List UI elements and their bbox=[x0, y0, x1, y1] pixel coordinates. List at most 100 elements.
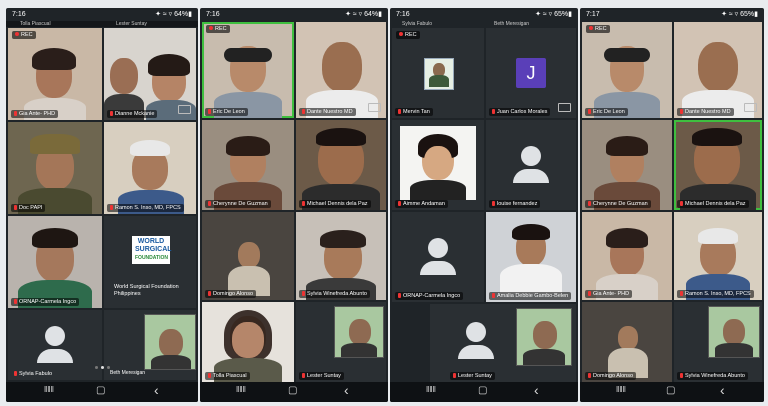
video-tile[interactable]: Domingo Alonso bbox=[202, 212, 294, 300]
camera-off-icon bbox=[178, 105, 191, 114]
participant-name: Domingo Alonso bbox=[585, 372, 637, 380]
video-tile[interactable]: Dianne Mckanie bbox=[104, 28, 196, 120]
video-tile[interactable]: Lester Suntay bbox=[296, 302, 386, 382]
mic-muted-icon bbox=[14, 299, 17, 304]
video-tile[interactable]: Lester Suntay bbox=[430, 304, 576, 382]
participant-name: Mervin Tan bbox=[395, 108, 433, 116]
camera-off-icon bbox=[744, 103, 757, 112]
mic-muted-icon bbox=[680, 109, 683, 114]
mic-muted-icon bbox=[588, 373, 591, 378]
video-tile[interactable]: Sylvia Winefreda Abunto bbox=[296, 212, 386, 300]
video-tile-active-speaker[interactable]: REC Eric De Leon bbox=[202, 22, 294, 118]
default-avatar-icon bbox=[37, 326, 73, 363]
video-tile[interactable]: Dante Nuestro MD bbox=[296, 22, 386, 118]
back-button[interactable]: ‹ bbox=[720, 382, 725, 398]
video-tile[interactable]: Doc PAPI bbox=[8, 122, 102, 214]
participant-name: ORNAP-Carmela Ingco bbox=[395, 292, 464, 300]
back-button[interactable]: ‹ bbox=[534, 382, 539, 398]
phone-screen-3: 7:16 ✦ ≈ ▿ 65%▮ Sylvia Fabulo Beth Meres… bbox=[390, 8, 578, 402]
video-tile[interactable]: REC Eric De Leon bbox=[582, 22, 672, 118]
status-time: 7:17 bbox=[586, 11, 600, 18]
participant-name: Lester Suntay bbox=[450, 372, 495, 380]
top-partial-name: Tolla Piascual bbox=[20, 21, 51, 27]
video-tile[interactable]: Gia Ante- PHD bbox=[582, 212, 672, 300]
video-tile[interactable]: REC Gia Ante- PHD bbox=[8, 28, 102, 120]
participant-name: Cherynne De Guzman bbox=[205, 200, 271, 208]
video-tile[interactable]: Domingo Alonso bbox=[582, 302, 672, 382]
mic-muted-icon bbox=[302, 109, 305, 114]
video-tile[interactable]: REC Mervin Tan bbox=[392, 28, 484, 118]
rec-dot-icon bbox=[589, 26, 593, 30]
status-bar: 7:16 ✦ ≈ ▿ 65%▮ bbox=[390, 8, 578, 21]
home-button[interactable]: ▢ bbox=[666, 385, 675, 396]
video-tile[interactable]: Beth Meresigan bbox=[104, 310, 196, 380]
recording-indicator: REC bbox=[206, 25, 230, 33]
participant-name: Beth Meresigan bbox=[110, 370, 146, 376]
mic-muted-icon bbox=[398, 201, 401, 206]
video-tile[interactable]: ORNAP-Carmela Ingco bbox=[8, 216, 102, 308]
phone-screen-4: 7:17 ✦ ≈ ▿ 65%▮ REC Eric De Leon Dante N… bbox=[580, 8, 764, 402]
organization-logo: WORLD SURGICAL FOUNDATION bbox=[132, 236, 172, 264]
recording-indicator: REC bbox=[12, 31, 36, 39]
participant-name: World Surgical Foundation Philippines bbox=[114, 284, 179, 297]
status-icons: ✦ ≈ ▿ 64%▮ bbox=[155, 11, 192, 18]
video-tile[interactable]: Sylvia Winefreda Abunto bbox=[674, 302, 762, 382]
participant-name: Eric De Leon bbox=[205, 108, 248, 116]
video-tile[interactable]: Aimme Andaman bbox=[392, 120, 484, 210]
video-tile[interactable]: WORLD SURGICAL FOUNDATION World Surgical… bbox=[104, 216, 196, 308]
mic-muted-icon bbox=[453, 373, 456, 378]
participant-name: Cherynne De Guzman bbox=[585, 200, 651, 208]
default-avatar-icon bbox=[513, 146, 549, 183]
mic-muted-icon bbox=[302, 291, 305, 296]
back-button[interactable]: ‹ bbox=[154, 382, 159, 398]
mic-muted-icon bbox=[302, 201, 305, 206]
video-tile[interactable]: Ramon S. Inso, MD, FPCS bbox=[104, 122, 196, 214]
video-tile[interactable]: Sylvia Fabulo bbox=[8, 310, 102, 380]
participant-name: Michael Dennis dela Paz bbox=[677, 200, 749, 208]
video-tile[interactable]: Cherynne De Guzman bbox=[582, 120, 672, 210]
status-bar: 7:16 ✦ ≈ ▿ 64%▮ bbox=[200, 8, 388, 21]
mic-muted-icon bbox=[110, 111, 113, 116]
home-button[interactable]: ▢ bbox=[96, 385, 105, 396]
video-tile[interactable]: louise fernandez bbox=[486, 120, 576, 210]
video-tile[interactable]: Cherynne De Guzman bbox=[202, 120, 294, 210]
video-tile[interactable]: Dante Nuestro MD bbox=[674, 22, 762, 118]
rec-dot-icon bbox=[399, 32, 403, 36]
recents-button[interactable]: ‖‖‖ bbox=[44, 385, 54, 394]
mic-muted-icon bbox=[588, 201, 591, 206]
participant-name: Aimme Andaman bbox=[395, 200, 448, 208]
android-nav-bar: ‖‖‖ ▢ ‹ bbox=[390, 382, 578, 402]
back-button[interactable]: ‹ bbox=[344, 382, 349, 398]
home-button[interactable]: ▢ bbox=[288, 385, 297, 396]
recents-button[interactable]: ‖‖‖ bbox=[616, 385, 626, 394]
mic-muted-icon bbox=[208, 291, 211, 296]
video-tile[interactable]: Michael Dennis dela Paz bbox=[296, 120, 386, 210]
video-tile-active-speaker[interactable]: Michael Dennis dela Paz bbox=[674, 120, 762, 210]
video-tile[interactable]: ORNAP-Carmela Ingco bbox=[392, 212, 484, 302]
android-nav-bar: ‖‖‖ ▢ ‹ bbox=[580, 382, 764, 402]
mic-muted-icon bbox=[14, 205, 17, 210]
mic-muted-icon bbox=[208, 201, 211, 206]
recents-button[interactable]: ‖‖‖ bbox=[426, 385, 436, 394]
recording-indicator: REC bbox=[586, 25, 610, 33]
participant-name: Eric De Leon bbox=[585, 108, 628, 116]
participant-name: Ramon S. Inso, MD, FPCS bbox=[107, 204, 184, 212]
phone-screen-1: 7:16 ✦ ≈ ▿ 64%▮ Tolla Piascual Lester Su… bbox=[6, 8, 198, 402]
participant-name: Sylvia Fabulo bbox=[11, 370, 55, 378]
participant-name: Sylvia Winefreda Abunto bbox=[299, 290, 370, 298]
default-avatar-icon bbox=[420, 238, 456, 275]
recents-button[interactable]: ‖‖‖ bbox=[236, 385, 246, 394]
participant-name: Lester Suntay bbox=[299, 372, 344, 380]
participant-name: ORNAP-Carmela Ingco bbox=[11, 298, 80, 306]
video-tile[interactable]: Tolla Piascual bbox=[202, 302, 294, 382]
android-nav-bar: ‖‖‖ ▢ ‹ bbox=[200, 382, 388, 402]
status-bar: 7:16 ✦ ≈ ▿ 64%▮ bbox=[6, 8, 198, 21]
home-button[interactable]: ▢ bbox=[478, 385, 487, 396]
status-time: 7:16 bbox=[206, 11, 220, 18]
video-tile[interactable]: Amalia Debbie Gambo-Belen bbox=[486, 212, 576, 302]
mic-muted-icon bbox=[680, 373, 683, 378]
rec-dot-icon bbox=[209, 26, 213, 30]
video-tile[interactable]: J Juan Carlos Morales bbox=[486, 28, 576, 118]
status-icons: ✦ ≈ ▿ 65%▮ bbox=[721, 11, 758, 18]
video-tile[interactable]: Ramon S. Inso, MD, FPCS bbox=[674, 212, 762, 300]
